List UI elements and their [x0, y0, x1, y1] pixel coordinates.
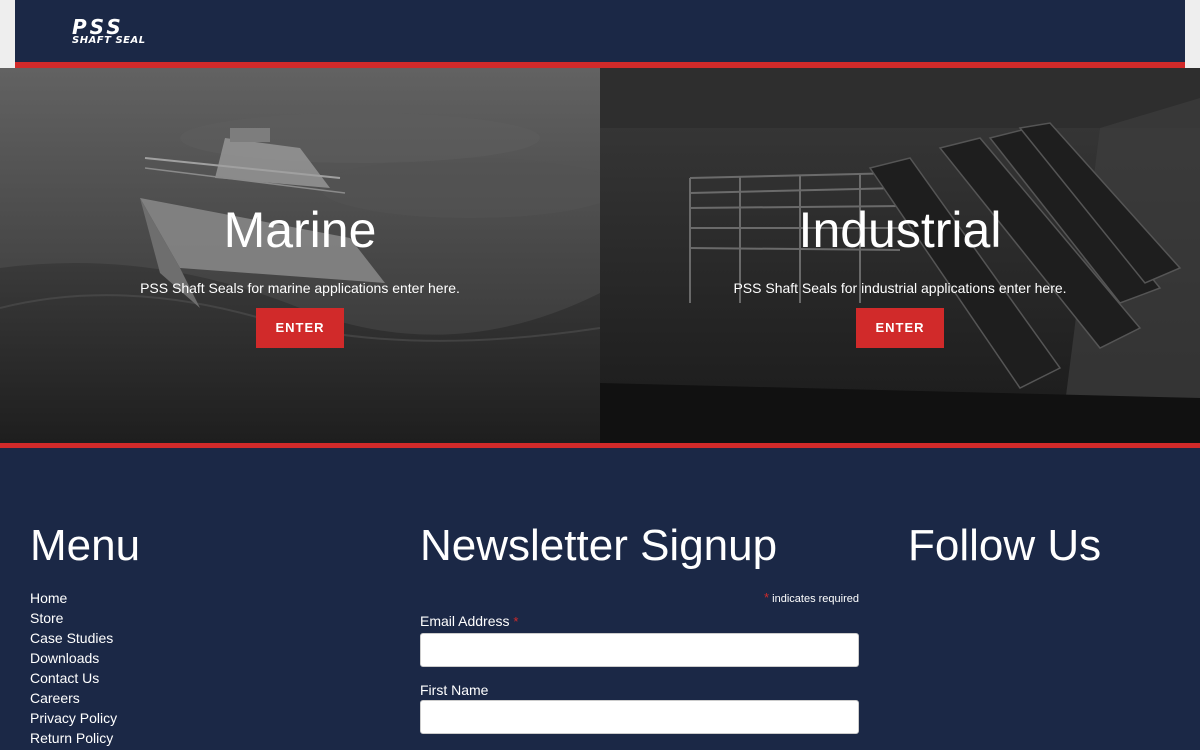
follow-us-heading: Follow Us: [908, 521, 1102, 570]
marine-subtitle: PSS Shaft Seals for marine applications …: [140, 280, 460, 296]
industrial-panel: Industrial PSS Shaft Seals for industria…: [600, 68, 1200, 443]
required-star: *: [764, 590, 770, 605]
email-label: Email Address *: [420, 612, 518, 631]
footer-menu: Home Store Case Studies Downloads Contac…: [30, 588, 117, 748]
menu-heading: Menu: [30, 521, 141, 570]
menu-item-store[interactable]: Store: [30, 608, 117, 628]
industrial-title: Industrial: [798, 202, 1002, 258]
marine-title: Marine: [223, 202, 377, 258]
site-footer: Menu Home Store Case Studies Downloads C…: [0, 448, 1200, 750]
menu-item-contact-us[interactable]: Contact Us: [30, 668, 117, 688]
pss-logo[interactable]: PSS SHAFT SEAL: [72, 15, 154, 47]
menu-item-return-policy[interactable]: Return Policy: [30, 728, 117, 748]
first-name-label: First Name: [420, 682, 489, 698]
industrial-enter-button[interactable]: ENTER: [856, 308, 944, 348]
menu-item-case-studies[interactable]: Case Studies: [30, 628, 117, 648]
logo-text-top: PSS: [72, 15, 124, 39]
menu-item-privacy-policy[interactable]: Privacy Policy: [30, 708, 117, 728]
email-required-star: *: [513, 614, 519, 629]
menu-item-home[interactable]: Home: [30, 588, 117, 608]
email-label-text: Email Address: [420, 613, 510, 629]
first-name-field[interactable]: [420, 700, 859, 734]
email-field[interactable]: [420, 633, 859, 667]
menu-item-careers[interactable]: Careers: [30, 688, 117, 708]
newsletter-heading: Newsletter Signup: [420, 521, 778, 570]
logo-text-bottom: SHAFT SEAL: [72, 35, 146, 46]
required-note-text: indicates required: [772, 593, 859, 605]
required-note: * indicates required: [420, 591, 859, 606]
industrial-subtitle: PSS Shaft Seals for industrial applicati…: [733, 280, 1067, 296]
marine-panel: Marine PSS Shaft Seals for marine applic…: [0, 68, 600, 443]
marine-enter-button[interactable]: ENTER: [256, 308, 344, 348]
menu-item-downloads[interactable]: Downloads: [30, 648, 117, 668]
site-header: PSS SHAFT SEAL: [15, 0, 1185, 62]
